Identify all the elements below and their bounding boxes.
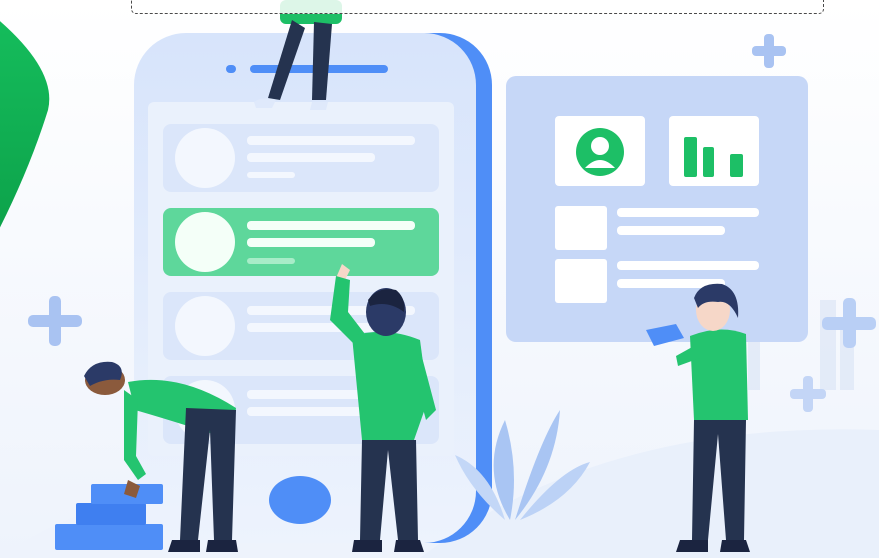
- selection-box-overlay: [131, 0, 824, 14]
- info-panel: [506, 76, 808, 342]
- home-button: [269, 476, 331, 524]
- illustration-scene: [0, 0, 879, 558]
